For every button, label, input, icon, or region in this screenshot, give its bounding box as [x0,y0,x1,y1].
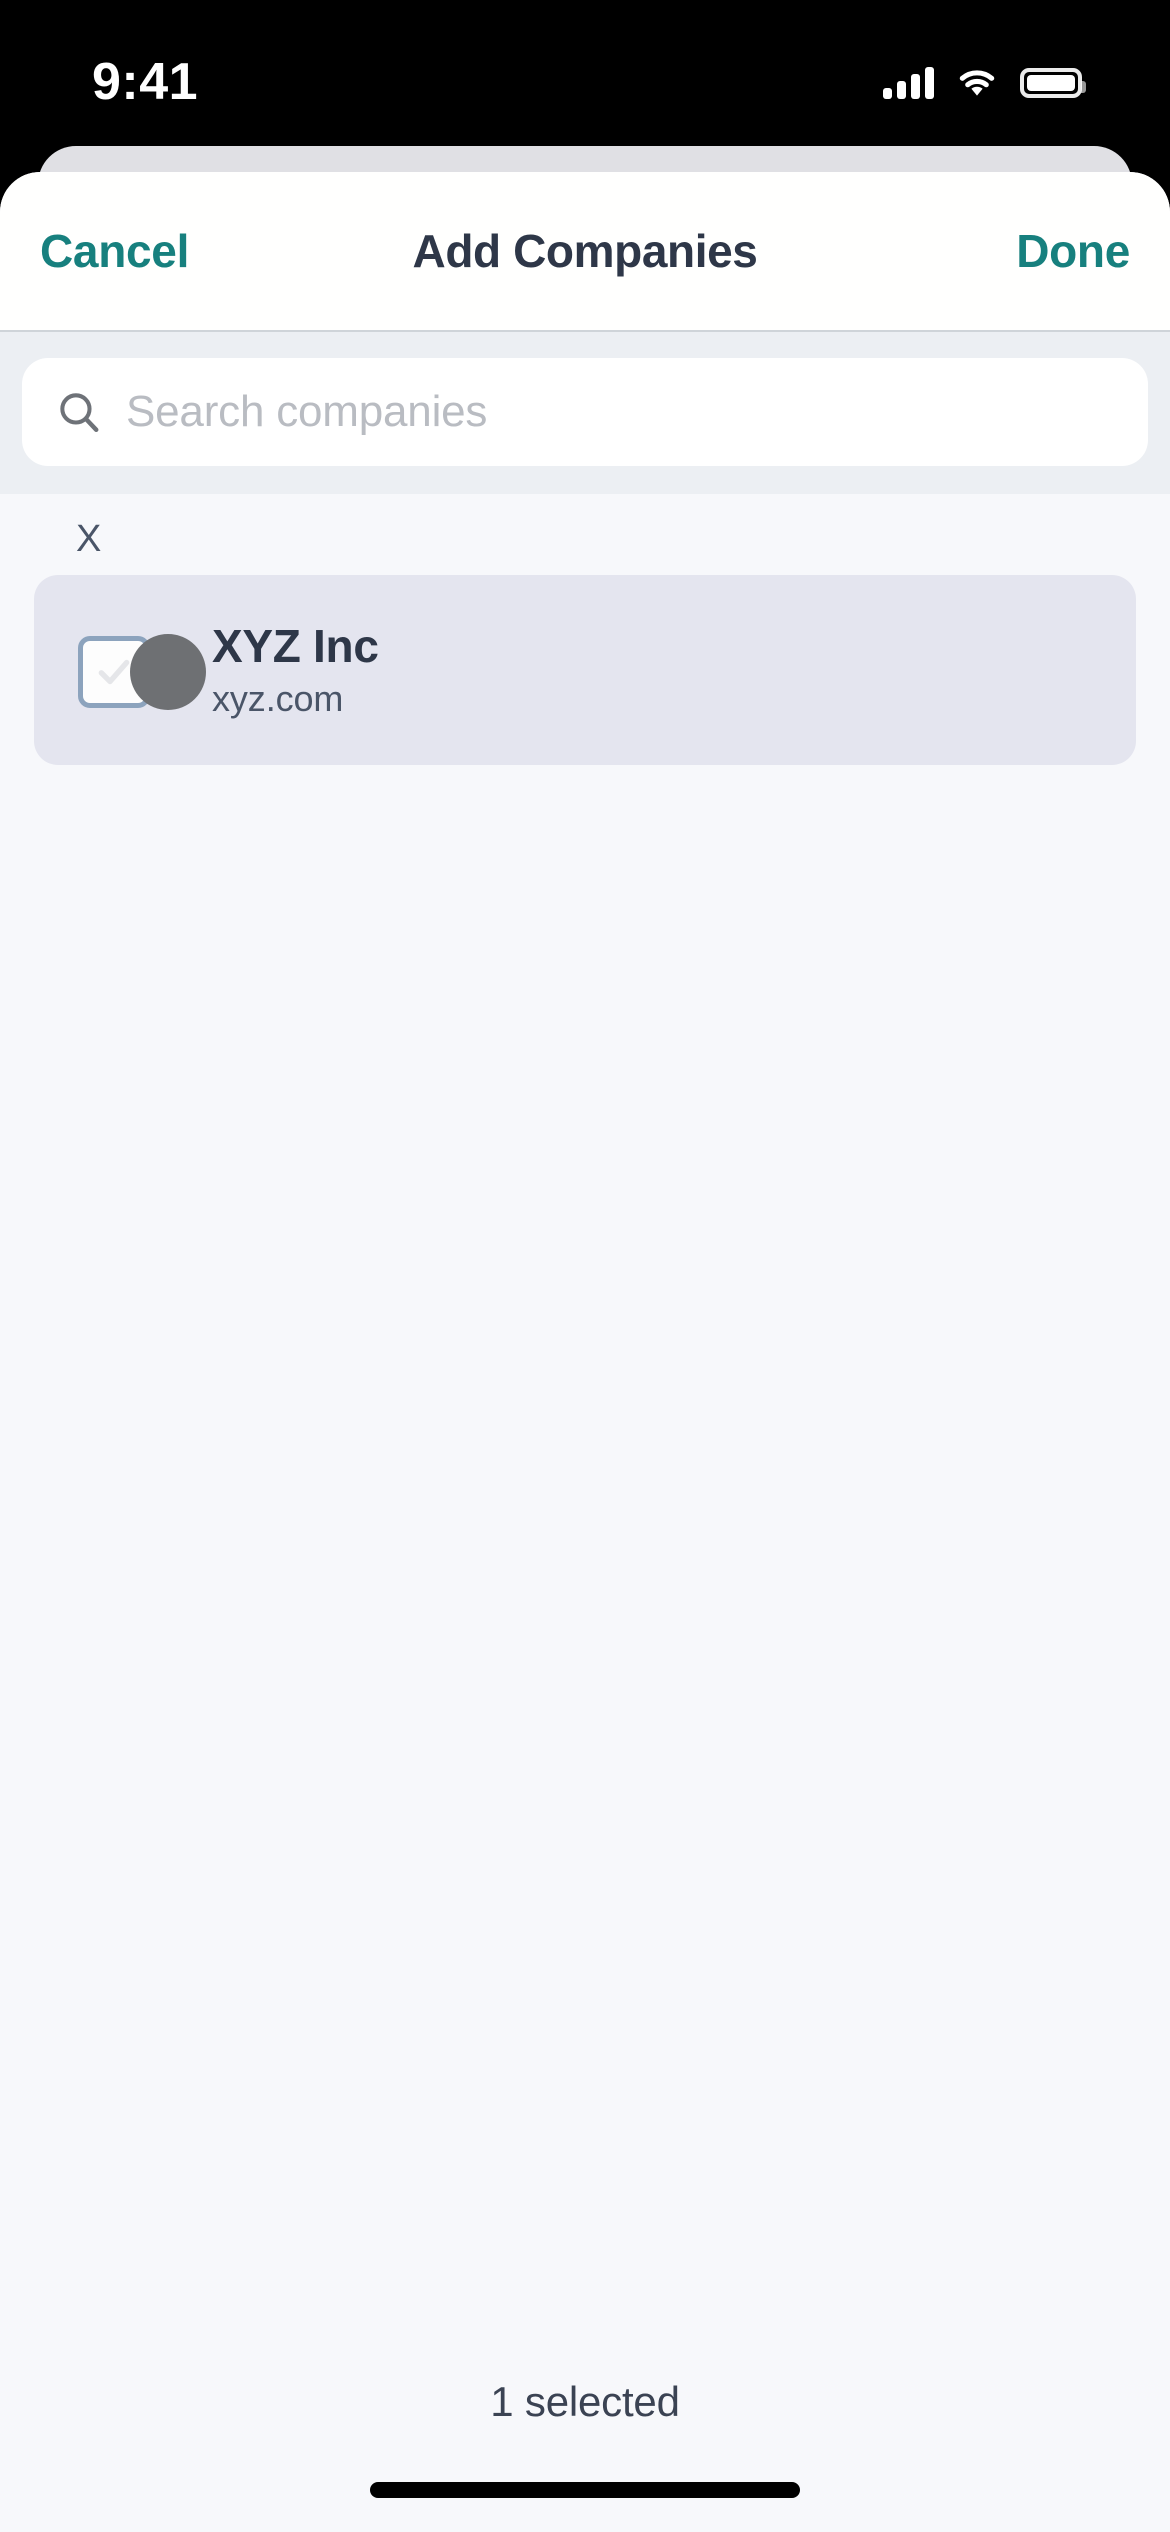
status-bar-time: 9:41 [92,53,199,111]
search-icon [60,393,99,433]
battery-icon [1020,68,1086,98]
search-input[interactable] [126,387,1114,437]
wifi-icon [959,70,995,96]
search-box[interactable] [22,358,1148,466]
add-companies-sheet: Cancel Add Companies Done X [0,172,1170,2532]
selected-count-label: 1 selected [490,2378,680,2425]
status-bar-indicators [883,67,1086,99]
check-icon [98,659,130,685]
cellular-signal-icon [883,67,934,99]
search-bar-container [0,332,1170,494]
sheet-footer: 1 selected [0,2378,1170,2532]
company-details: XYZ Inc xyz.com [212,619,379,720]
company-name: XYZ Inc [212,619,379,672]
section-header-x: X [76,518,102,560]
company-avatar [130,634,206,710]
done-button[interactable]: Done [1016,224,1130,278]
status-bar: 9:41 [0,0,1170,152]
navigation-bar: Cancel Add Companies Done [0,172,1170,332]
company-list[interactable]: X XYZ Inc xyz.com [0,494,1170,2378]
phone-screen: 9:41 Cancel Add Companies Done Search co… [0,0,1170,2532]
cancel-button[interactable]: Cancel [40,224,189,278]
selection-indicator[interactable] [78,622,206,718]
home-indicator [370,2482,800,2498]
list-item[interactable]: XYZ Inc xyz.com [34,575,1136,765]
company-domain: xyz.com [212,678,344,720]
